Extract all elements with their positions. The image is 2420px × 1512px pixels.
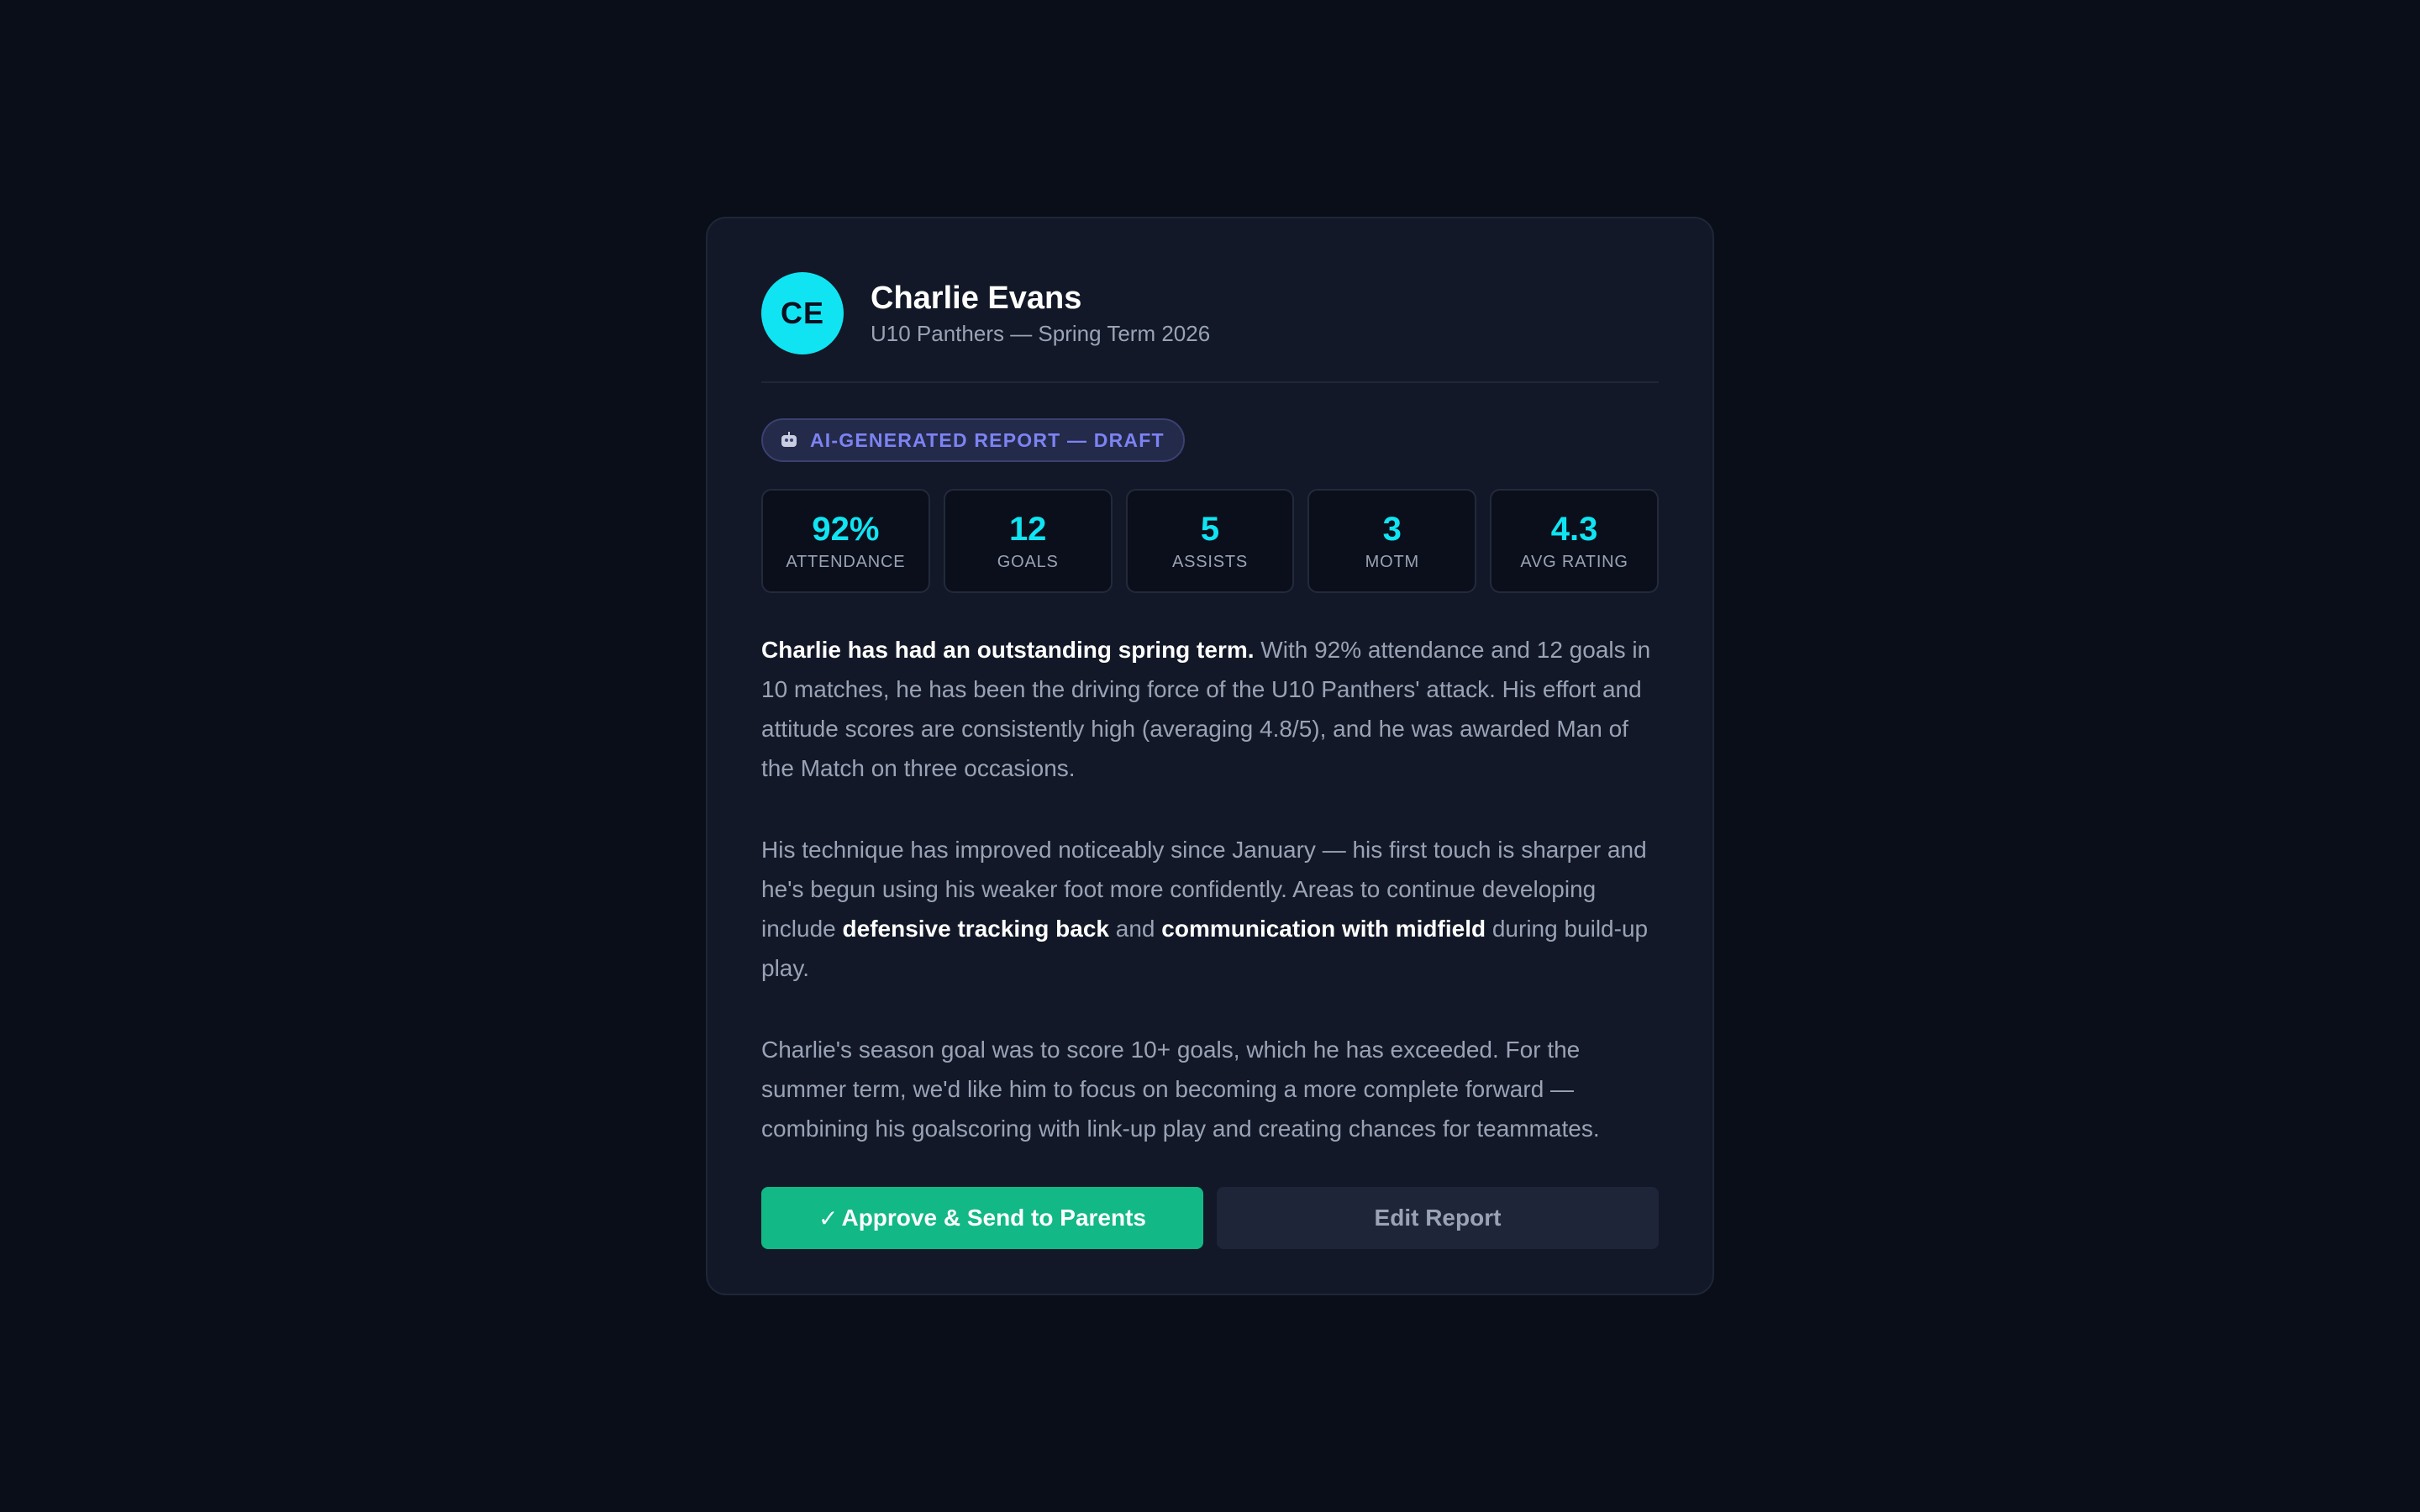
stat-label: MOTM bbox=[1365, 552, 1419, 571]
stat-value: 92% bbox=[812, 510, 880, 548]
stat-value: 3 bbox=[1382, 510, 1402, 548]
header-divider bbox=[761, 381, 1659, 383]
ai-draft-badge: AI-GENERATED REPORT — DRAFT bbox=[761, 418, 1185, 462]
report-highlight: Charlie has had an outstanding spring te… bbox=[761, 637, 1255, 663]
badge-label: AI-GENERATED REPORT — DRAFT bbox=[810, 428, 1165, 451]
stat-label: ATTENDANCE bbox=[786, 552, 906, 571]
robot-icon bbox=[780, 432, 798, 449]
report-card: CE Charlie Evans U10 Panthers — Spring T… bbox=[706, 217, 1714, 1295]
report-text: and bbox=[1109, 916, 1162, 942]
avatar: CE bbox=[761, 272, 844, 354]
stat-avg-rating: 4.3 AVG RATING bbox=[1490, 489, 1659, 593]
stat-label: ASSISTS bbox=[1171, 552, 1249, 571]
report-highlight: communication with midfield bbox=[1161, 916, 1486, 942]
action-buttons: ✓ Approve & Send to Parents Edit Report bbox=[761, 1187, 1659, 1249]
report-paragraph-1: Charlie has had an outstanding spring te… bbox=[761, 630, 1659, 788]
report-paragraph-2: His technique has improved noticeably si… bbox=[761, 830, 1659, 988]
approve-label: Approve & Send to Parents bbox=[841, 1205, 1146, 1231]
player-name: Charlie Evans bbox=[871, 281, 1082, 316]
stat-motm: 3 MOTM bbox=[1307, 489, 1477, 593]
stats-row: 92% ATTENDANCE 12 GOALS 5 ASSISTS 3 MOTM… bbox=[761, 489, 1659, 593]
report-highlight: defensive tracking back bbox=[842, 916, 1109, 942]
player-team-term: U10 Panthers — Spring Term 2026 bbox=[871, 321, 1211, 346]
edit-report-button[interactable]: Edit Report bbox=[1217, 1187, 1659, 1249]
stat-assists: 5 ASSISTS bbox=[1125, 489, 1295, 593]
check-icon: ✓ bbox=[818, 1205, 839, 1231]
report-paragraph-3: Charlie's season goal was to score 10+ g… bbox=[761, 1037, 1600, 1142]
approve-send-button[interactable]: ✓ Approve & Send to Parents bbox=[761, 1187, 1203, 1249]
stat-label: GOALS bbox=[997, 552, 1059, 571]
stat-attendance: 92% ATTENDANCE bbox=[761, 489, 930, 593]
stat-value: 5 bbox=[1200, 510, 1220, 548]
stat-label: AVG RATING bbox=[1520, 552, 1628, 571]
stat-value: 12 bbox=[1008, 510, 1047, 548]
player-header: CE Charlie Evans U10 Panthers — Spring T… bbox=[761, 272, 1659, 354]
player-title-block: Charlie Evans U10 Panthers — Spring Term… bbox=[871, 279, 1210, 348]
stat-goals: 12 GOALS bbox=[943, 489, 1113, 593]
report-body: Charlie has had an outstanding spring te… bbox=[761, 630, 1659, 1148]
stat-value: 4.3 bbox=[1550, 510, 1598, 548]
